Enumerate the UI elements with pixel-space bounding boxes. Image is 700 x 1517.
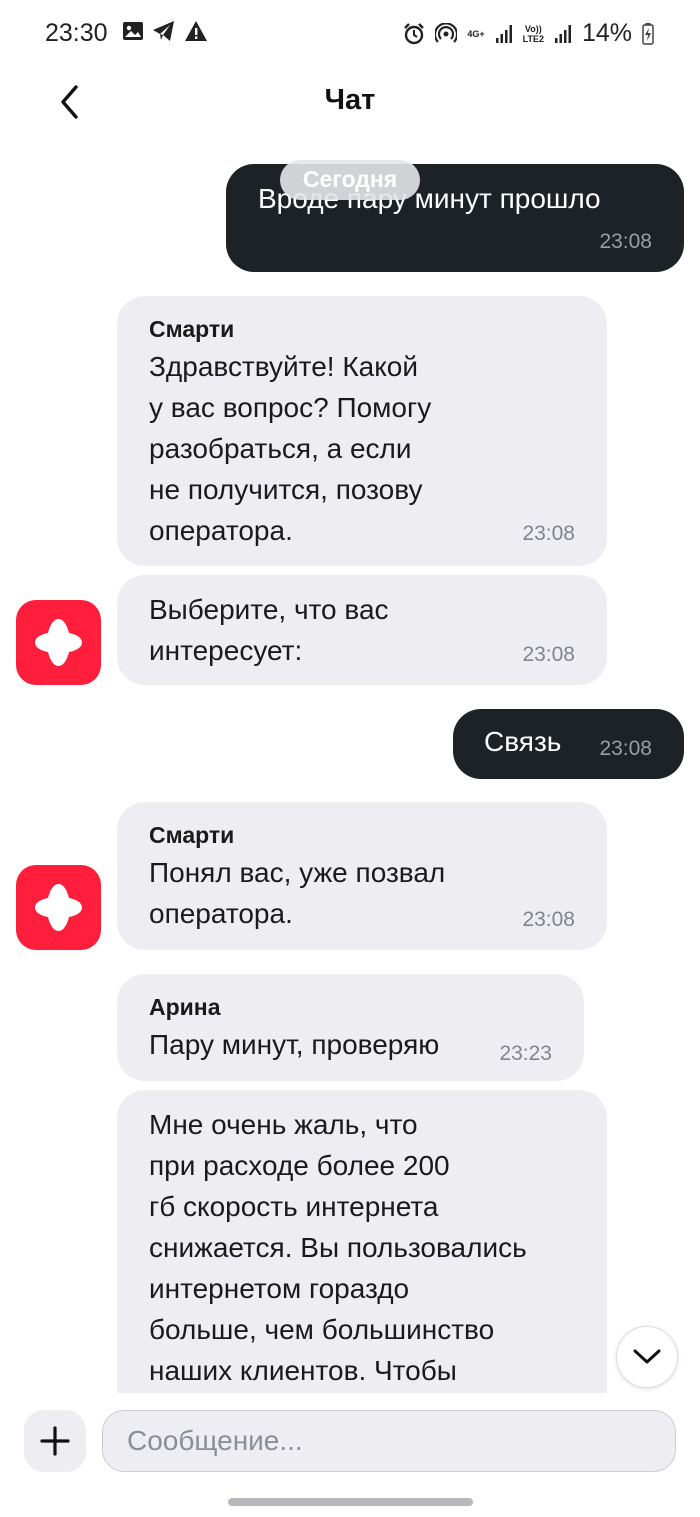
signal-2-icon	[554, 24, 571, 43]
message-text: Связь	[484, 726, 562, 757]
message-sender: Смарти	[149, 316, 235, 342]
message-incoming[interactable]: Мне очень жаль, что при расходе более 20…	[117, 1090, 607, 1393]
message-sender: Смарти	[149, 822, 235, 848]
notification-icons	[122, 20, 208, 42]
message-time: 23:08	[599, 737, 652, 760]
message-incoming[interactable]: Смарти Понял вас, уже позвал оператора. …	[117, 802, 607, 950]
message-incoming[interactable]: Смарти Здравствуйте! Какой у вас вопрос?…	[117, 296, 607, 566]
attach-button[interactable]	[24, 1410, 86, 1472]
bot-logo-icon	[35, 884, 82, 931]
alarm-icon	[404, 22, 425, 44]
scroll-to-bottom-button[interactable]	[616, 1326, 678, 1388]
status-time: 23:30	[45, 19, 108, 47]
battery-charging-icon	[642, 22, 654, 45]
chat-header: Чат	[0, 68, 700, 138]
volte-label: Vo)) LTE2	[522, 23, 544, 44]
bot-logo-icon	[35, 619, 82, 666]
message-input[interactable]	[102, 1410, 676, 1472]
message-text: Выберите, что вас интересует:	[149, 594, 389, 666]
warning-icon	[185, 21, 207, 41]
bot-avatar	[16, 865, 101, 950]
system-icons: 4G+ Vo)) LTE2 14%	[403, 19, 654, 48]
date-separator: Сегодня	[302, 166, 398, 192]
message-outgoing[interactable]: Связь 23:08	[453, 709, 684, 779]
message-sender: Арина	[149, 994, 221, 1020]
message-text: Мне очень жаль, что при расходе более 20…	[149, 1109, 527, 1386]
message-time: 23:08	[522, 643, 575, 666]
message-text: Здравствуйте! Какой у вас вопрос? Помогу…	[149, 351, 432, 546]
status-bar: 23:30 4G+ Vo)) LTE2 14%	[0, 0, 700, 68]
telegram-icon	[153, 21, 174, 41]
network-type: 4G+	[467, 28, 485, 39]
message-list[interactable]: Вроде пару минут прошло 23:08 Сегодня См…	[0, 138, 700, 1393]
bot-avatar	[16, 600, 101, 685]
message-time: 23:08	[599, 230, 652, 253]
message-time: 23:08	[522, 522, 575, 545]
message-time: 23:08	[522, 908, 575, 931]
plus-icon	[40, 1426, 70, 1456]
message-incoming[interactable]: Арина Пару минут, проверяю 23:23	[117, 974, 584, 1081]
message-text: Пару минут, проверяю	[149, 1029, 440, 1060]
message-incoming[interactable]: Выберите, что вас интересует: 23:08	[117, 575, 607, 685]
battery-percent: 14%	[581, 19, 632, 47]
hotspot-icon	[435, 22, 458, 43]
message-time: 23:23	[499, 1042, 552, 1065]
message-text: Понял вас, уже позвал оператора.	[149, 857, 446, 929]
page-title: Чат	[324, 84, 376, 116]
composer	[0, 1393, 700, 1517]
chevron-down-icon	[633, 1349, 661, 1364]
signal-icon	[495, 24, 512, 43]
home-indicator[interactable]	[228, 1498, 473, 1506]
gallery-icon	[123, 22, 143, 40]
